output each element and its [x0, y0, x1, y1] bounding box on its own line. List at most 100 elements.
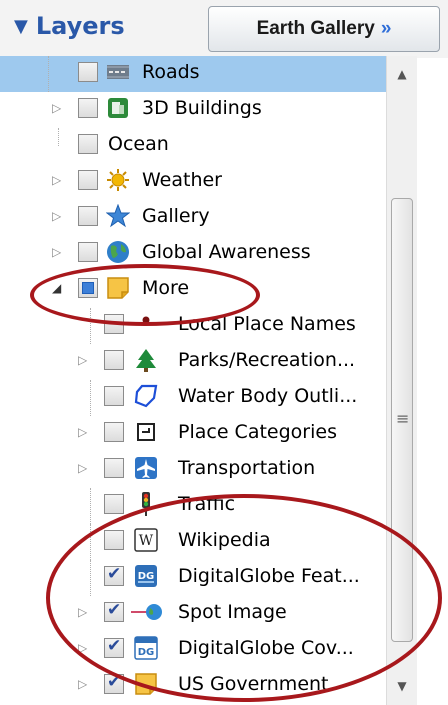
- svg-text:DG: DG: [138, 571, 155, 582]
- earth-gallery-button[interactable]: Earth Gallery»: [208, 6, 440, 52]
- star-icon: [106, 204, 130, 228]
- expand-arrow-icon[interactable]: ▷: [78, 641, 87, 655]
- layer-checkbox[interactable]: [104, 386, 124, 406]
- tree-guide-line: [58, 128, 59, 146]
- layers-panel-header: ▼ Layers Earth Gallery»: [0, 0, 448, 58]
- double-chevron-right-icon: »: [380, 18, 392, 39]
- svg-text:W: W: [139, 533, 154, 549]
- layer-label: 3D Buildings: [142, 97, 262, 119]
- layer-checkbox[interactable]: [104, 494, 124, 514]
- layer-row-more[interactable]: ◢ More: [0, 272, 386, 308]
- layer-label: Traffic: [178, 493, 236, 515]
- layer-row-transportation[interactable]: ▷ Transportation: [0, 452, 386, 488]
- layer-label: More: [142, 277, 190, 299]
- layer-row-ocean[interactable]: Ocean: [0, 128, 386, 164]
- layer-row-water-body-outlines[interactable]: Water Body Outli...: [0, 380, 386, 416]
- tree-guide-line: [90, 524, 91, 560]
- layer-checkbox[interactable]: [78, 170, 98, 190]
- tree-guide-line: [90, 308, 91, 344]
- layer-row-global-awareness[interactable]: ▷ Global Awareness: [0, 236, 386, 272]
- category-icon: [137, 423, 155, 441]
- vertical-scrollbar[interactable]: ▲ ≡ ▼: [386, 56, 417, 705]
- expand-arrow-icon[interactable]: ▷: [78, 677, 87, 691]
- wikipedia-icon: W: [134, 528, 158, 552]
- expand-arrow-icon[interactable]: ▷: [52, 173, 61, 187]
- layer-checkbox[interactable]: [104, 530, 124, 550]
- expand-arrow-icon[interactable]: ▷: [52, 209, 61, 223]
- layer-row-3d-buildings[interactable]: ▷ 3D Buildings: [0, 92, 386, 128]
- layer-label: Roads: [142, 61, 200, 83]
- scroll-down-arrow-icon[interactable]: ▼: [387, 672, 417, 700]
- layer-checkbox[interactable]: [78, 98, 98, 118]
- collapse-triangle-icon[interactable]: ▼: [14, 16, 28, 37]
- spot-image-icon: [131, 604, 162, 620]
- layer-row-wikipedia[interactable]: W Wikipedia: [0, 524, 386, 560]
- earth-gallery-label: Earth Gallery: [256, 18, 375, 39]
- layers-tree: Roads ▷ 3D Buildings Ocean ▷ Weather ▷ G…: [0, 56, 386, 705]
- collapse-arrow-icon[interactable]: ◢: [52, 281, 61, 295]
- layer-label: Parks/Recreation...: [178, 349, 356, 371]
- dg-icon: DG: [135, 565, 157, 587]
- layer-row-weather[interactable]: ▷ Weather: [0, 164, 386, 200]
- svg-text:DG: DG: [138, 647, 155, 658]
- layer-row-local-place-names[interactable]: Local Place Names: [0, 308, 386, 344]
- layer-checkbox[interactable]: [78, 134, 98, 154]
- road-icon: [107, 65, 129, 79]
- layer-label: Transportation: [178, 457, 316, 479]
- layer-label: Gallery: [142, 205, 210, 227]
- outline-shape-icon: [134, 384, 158, 408]
- tree-guide-line: [48, 56, 49, 92]
- expand-arrow-icon[interactable]: ▷: [78, 425, 87, 439]
- layer-row-us-government[interactable]: ▷ US Government: [0, 668, 386, 704]
- layer-checkbox[interactable]: [104, 350, 124, 370]
- layer-checkbox-checked[interactable]: [104, 564, 124, 586]
- dot-icon: [142, 316, 150, 324]
- layer-row-spot-image[interactable]: ▷ Spot Image: [0, 596, 386, 632]
- scrollbar-thumb[interactable]: ≡: [391, 198, 413, 642]
- layer-label: Spot Image: [178, 601, 287, 623]
- layer-label: Weather: [142, 169, 222, 191]
- dg-coverage-icon: DG: [134, 636, 158, 660]
- layer-label: US Government: [178, 673, 329, 695]
- sun-icon: [107, 169, 129, 191]
- scroll-up-arrow-icon[interactable]: ▲: [387, 60, 417, 88]
- layers-title-label: Layers: [35, 12, 125, 40]
- layer-row-digitalglobe-featured[interactable]: DG DigitalGlobe Feat...: [0, 560, 386, 596]
- layer-label: DigitalGlobe Cov...: [178, 637, 354, 659]
- expand-arrow-icon[interactable]: ▷: [78, 461, 87, 475]
- layer-checkbox[interactable]: [78, 206, 98, 226]
- layer-checkbox-checked[interactable]: [104, 636, 124, 658]
- building-icon: [108, 98, 128, 118]
- layer-label: Water Body Outli...: [178, 385, 358, 407]
- layer-label: Global Awareness: [142, 241, 311, 263]
- expand-arrow-icon[interactable]: ▷: [78, 353, 87, 367]
- globe-icon: [107, 241, 129, 263]
- tree-guide-line: [90, 488, 91, 524]
- layer-label: Place Categories: [178, 421, 337, 443]
- layer-checkbox[interactable]: [78, 62, 98, 82]
- layer-row-traffic[interactable]: Traffic: [0, 488, 386, 524]
- expand-arrow-icon[interactable]: ▷: [78, 605, 87, 619]
- layer-row-parks-recreation[interactable]: ▷ Parks/Recreation...: [0, 344, 386, 380]
- folder-icon: [135, 673, 157, 695]
- layer-checkbox-checked[interactable]: [104, 672, 124, 694]
- expand-arrow-icon[interactable]: ▷: [52, 245, 61, 259]
- folder-icon: [107, 277, 129, 299]
- layer-checkbox[interactable]: [78, 242, 98, 262]
- layer-checkbox-checked[interactable]: [104, 600, 124, 622]
- layer-row-digitalglobe-coverage[interactable]: ▷ DG DigitalGlobe Cov...: [0, 632, 386, 668]
- layer-row-place-categories[interactable]: ▷ Place Categories: [0, 416, 386, 452]
- expand-arrow-icon[interactable]: ▷: [52, 101, 61, 115]
- tree-guide-line: [90, 380, 91, 416]
- layers-toggle[interactable]: ▼ Layers: [14, 12, 125, 40]
- layer-checkbox[interactable]: [104, 314, 124, 334]
- layer-checkbox[interactable]: [104, 422, 124, 442]
- layer-label: Ocean: [108, 133, 169, 155]
- layer-checkbox-partial[interactable]: [78, 278, 98, 298]
- layer-row-gallery[interactable]: ▷ Gallery: [0, 200, 386, 236]
- layer-row-roads[interactable]: Roads: [0, 56, 386, 92]
- airplane-icon: [135, 457, 157, 479]
- scroll-grip-icon: ≡: [396, 409, 410, 428]
- layer-label: Local Place Names: [178, 313, 356, 335]
- layer-checkbox[interactable]: [104, 458, 124, 478]
